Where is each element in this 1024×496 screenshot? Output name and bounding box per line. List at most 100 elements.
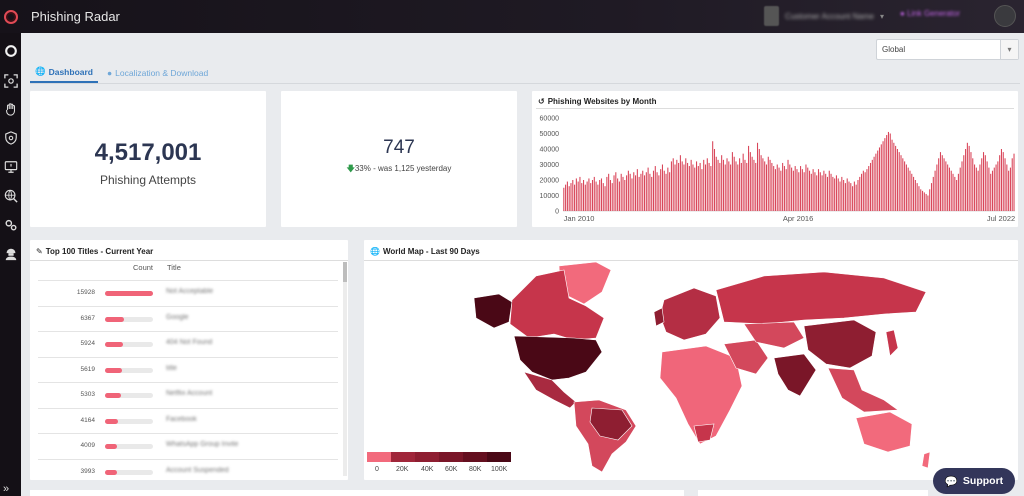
bar-red[interactable] bbox=[586, 181, 588, 211]
bar-red[interactable] bbox=[746, 162, 748, 211]
settings-gears-icon[interactable] bbox=[2, 216, 19, 233]
bar-red[interactable] bbox=[660, 169, 662, 211]
bar-red[interactable] bbox=[566, 181, 568, 211]
bar-red[interactable] bbox=[1006, 164, 1008, 212]
bar-red[interactable] bbox=[913, 176, 915, 211]
bar-red[interactable] bbox=[972, 158, 974, 211]
bar-red[interactable] bbox=[950, 170, 952, 211]
bar-red[interactable] bbox=[636, 169, 638, 211]
bar-red[interactable] bbox=[803, 172, 805, 211]
bar-red[interactable] bbox=[694, 167, 696, 211]
bar-red[interactable] bbox=[963, 155, 965, 211]
bar-red[interactable] bbox=[760, 155, 762, 211]
bar-red[interactable] bbox=[932, 176, 934, 211]
bar-red[interactable] bbox=[735, 161, 737, 211]
bar-red[interactable] bbox=[588, 178, 590, 211]
bar-red[interactable] bbox=[595, 181, 597, 211]
user-menu[interactable]: Customer Account Name ▾ bbox=[764, 5, 884, 27]
table-row[interactable]: 5924 404 Not Found bbox=[38, 331, 338, 357]
bar-red[interactable] bbox=[674, 164, 676, 212]
bar-red[interactable] bbox=[956, 180, 958, 211]
bar-red[interactable] bbox=[767, 156, 769, 211]
bar-red[interactable] bbox=[918, 186, 920, 211]
bar-red[interactable] bbox=[975, 167, 977, 211]
bar-red[interactable] bbox=[852, 186, 854, 211]
bar-red[interactable] bbox=[864, 172, 866, 211]
bar-red[interactable] bbox=[574, 184, 576, 211]
bar-red[interactable] bbox=[609, 180, 611, 211]
column-header-count[interactable]: Count bbox=[133, 263, 153, 272]
bar-red[interactable] bbox=[925, 193, 927, 211]
bar-red[interactable] bbox=[961, 161, 963, 211]
bar-red[interactable] bbox=[624, 180, 626, 211]
bar-red[interactable] bbox=[948, 167, 950, 211]
bar-red[interactable] bbox=[570, 183, 572, 211]
bar-red[interactable] bbox=[880, 144, 882, 211]
bar-red[interactable] bbox=[751, 156, 753, 211]
table-row[interactable]: 4009 WhatsApp Group Invite bbox=[38, 433, 338, 459]
bar-red[interactable] bbox=[988, 167, 990, 211]
bar-red[interactable] bbox=[731, 152, 733, 211]
bar-red[interactable] bbox=[785, 169, 787, 211]
bar-red[interactable] bbox=[900, 155, 902, 211]
map-region-alaska[interactable] bbox=[473, 293, 513, 329]
bar-red[interactable] bbox=[787, 159, 789, 211]
tab-localization-download[interactable]: ● Localization & Download bbox=[102, 62, 213, 83]
bar-red[interactable] bbox=[762, 158, 764, 211]
bar-red[interactable] bbox=[796, 169, 798, 211]
bar-red[interactable] bbox=[835, 175, 837, 211]
bar-red[interactable] bbox=[929, 189, 931, 211]
bar-red[interactable] bbox=[593, 176, 595, 211]
bar-red[interactable] bbox=[868, 166, 870, 211]
bar-red[interactable] bbox=[977, 170, 979, 211]
bar-red[interactable] bbox=[850, 183, 852, 211]
bar-red[interactable] bbox=[834, 178, 836, 211]
bar-red[interactable] bbox=[656, 172, 658, 211]
bar-red[interactable] bbox=[974, 164, 976, 212]
bar-red[interactable] bbox=[778, 167, 780, 211]
bar-red[interactable] bbox=[608, 173, 610, 211]
bar-red[interactable] bbox=[843, 180, 845, 211]
bar-red[interactable] bbox=[615, 172, 617, 211]
bar-red[interactable] bbox=[658, 175, 660, 211]
bar-red[interactable] bbox=[807, 167, 809, 211]
bar-red[interactable] bbox=[875, 153, 877, 211]
bar-red[interactable] bbox=[748, 145, 750, 211]
bar-red[interactable] bbox=[563, 187, 565, 211]
bar-red[interactable] bbox=[626, 175, 628, 211]
bar-red[interactable] bbox=[981, 158, 983, 211]
hand-icon[interactable] bbox=[2, 100, 19, 117]
bar-red[interactable] bbox=[968, 145, 970, 211]
bar-red[interactable] bbox=[927, 195, 929, 212]
bar-red[interactable] bbox=[986, 161, 988, 211]
bar-red[interactable] bbox=[599, 180, 601, 211]
bar-red[interactable] bbox=[581, 183, 583, 211]
hacker-icon[interactable] bbox=[2, 245, 19, 262]
map-region-india[interactable] bbox=[773, 353, 817, 397]
bar-red[interactable] bbox=[613, 175, 615, 211]
bar-red[interactable] bbox=[685, 158, 687, 211]
profile-avatar[interactable] bbox=[994, 5, 1016, 27]
bar-red[interactable] bbox=[801, 169, 803, 211]
bar-red[interactable] bbox=[825, 173, 827, 211]
bar-red[interactable] bbox=[627, 170, 629, 211]
bar-red[interactable] bbox=[765, 164, 768, 212]
bar-red[interactable] bbox=[882, 141, 884, 211]
bar-red[interactable] bbox=[846, 178, 848, 211]
bar-red[interactable] bbox=[715, 156, 717, 211]
dashboard-ring-icon[interactable] bbox=[2, 42, 19, 59]
bar-red[interactable] bbox=[909, 170, 911, 211]
globe-search-icon[interactable] bbox=[2, 187, 19, 204]
bar-red[interactable] bbox=[823, 170, 825, 211]
bar-red[interactable] bbox=[591, 180, 594, 211]
bar-red[interactable] bbox=[893, 142, 895, 211]
bar-red[interactable] bbox=[1000, 149, 1002, 211]
scan-target-icon[interactable] bbox=[2, 72, 19, 89]
bar-red[interactable] bbox=[749, 152, 751, 211]
scrollbar-thumb[interactable] bbox=[343, 262, 347, 282]
bar-red[interactable] bbox=[683, 164, 685, 212]
bar-red[interactable] bbox=[590, 183, 592, 211]
bar-red[interactable] bbox=[798, 172, 800, 211]
bar-red[interactable] bbox=[855, 184, 857, 211]
bar-red[interactable] bbox=[970, 152, 972, 211]
